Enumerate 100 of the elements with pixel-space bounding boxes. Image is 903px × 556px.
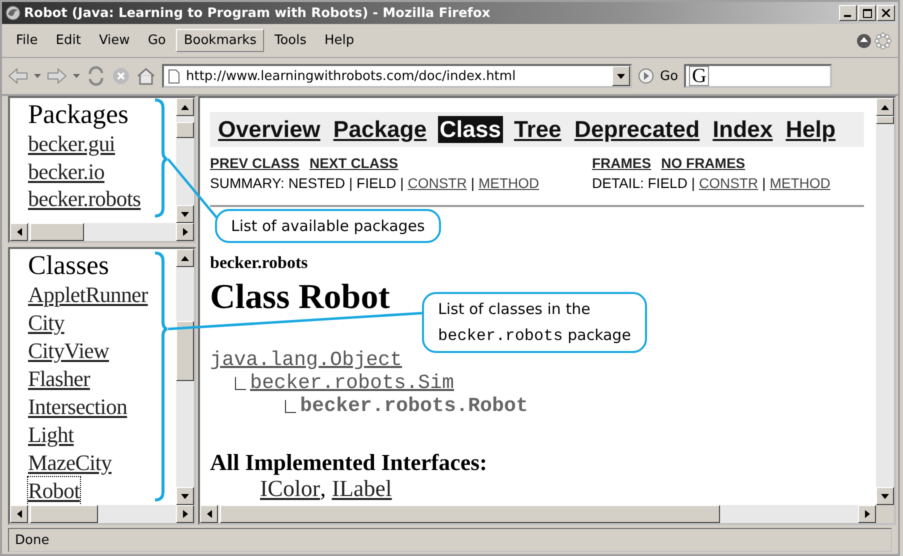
scroll-thumb[interactable] (176, 321, 194, 381)
down-arrow-icon (181, 212, 189, 216)
go-icon[interactable] (638, 68, 654, 84)
menu-item[interactable]: Bookmarks (176, 29, 264, 52)
nav-link[interactable]: NO FRAMES (661, 155, 746, 171)
nav-link[interactable]: FRAMES (592, 155, 652, 171)
summary-line: SUMMARY: NESTED | FIELD | CONSTR | METHOD (210, 175, 540, 191)
address-field[interactable]: http://www.learningwithrobots.com/doc/index.html (162, 64, 632, 88)
hierarchy-link[interactable]: java.lang.Object (210, 349, 402, 372)
interfaces-list: IColor, ILabel (260, 476, 868, 502)
down-arrow-icon (881, 494, 889, 498)
scroll-thumb[interactable] (876, 116, 894, 124)
class-title: Class Robot (210, 277, 390, 317)
up-arrow-icon (181, 104, 189, 110)
scroll-thumb[interactable] (220, 505, 720, 523)
right-arrow-icon (182, 228, 188, 236)
dropdown-button[interactable] (612, 66, 630, 86)
callout: List of available packages (215, 209, 441, 243)
frame-list-link[interactable]: becker.gui (28, 130, 116, 158)
right-arrow-icon (182, 510, 188, 518)
scroll-down-button[interactable] (176, 487, 194, 505)
browser-logo-icon (5, 5, 21, 21)
scroll-up-button[interactable] (176, 249, 194, 267)
window-title: Robot (Java: Learning to Program with Robots) - Mozilla Firefox (24, 6, 492, 20)
up-arrow-icon (181, 256, 189, 260)
menu-item[interactable]: Edit (48, 29, 89, 52)
vertical-scrollbar[interactable] (176, 98, 194, 223)
frame-list-link[interactable]: AppletRunner (28, 281, 148, 309)
search-field[interactable]: G (684, 64, 832, 88)
left-arrow-icon (206, 510, 212, 518)
upload-icon[interactable] (856, 32, 872, 48)
close-icon (882, 9, 890, 17)
scrollbar-corner (876, 505, 894, 523)
package-name: becker.robots (210, 253, 309, 273)
scroll-down-button[interactable] (176, 205, 194, 223)
nav-link[interactable]: Tree (512, 116, 564, 143)
scroll-right-button[interactable] (858, 505, 876, 523)
maximize-button[interactable] (858, 5, 876, 21)
minimize-button[interactable] (839, 5, 857, 21)
nav-link[interactable]: Class (438, 116, 504, 143)
frame-list-link[interactable]: Flasher (28, 365, 90, 393)
tree-connector (235, 377, 246, 390)
caret-icon[interactable] (34, 74, 41, 78)
horizontal-scrollbar[interactable] (10, 505, 194, 523)
hierarchy-link[interactable]: becker.robots.Sim (250, 372, 454, 395)
right-arrow-icon (864, 510, 870, 518)
classes-heading: Classes (28, 249, 110, 281)
page-icon (168, 68, 180, 84)
nav-link[interactable]: Deprecated (572, 116, 702, 143)
menu-item[interactable]: Tools (266, 29, 315, 52)
horizontal-scrollbar[interactable] (10, 223, 194, 241)
home-icon[interactable] (136, 67, 156, 85)
nav-link[interactable]: Index (710, 116, 775, 143)
maximize-icon (862, 8, 872, 18)
caret-icon[interactable] (73, 74, 80, 78)
scroll-thumb[interactable] (176, 122, 194, 138)
frame-list-link[interactable]: Light (28, 421, 74, 449)
menu-item[interactable]: View (90, 29, 138, 52)
scroll-down-button[interactable] (876, 487, 894, 505)
frame-list-link[interactable]: CityView (28, 337, 110, 365)
hierarchy-name: becker.robots.Robot (300, 395, 528, 418)
menu-item[interactable]: File (8, 29, 46, 52)
interfaces-heading: All Implemented Interfaces: (210, 450, 488, 476)
go-button[interactable]: Go (660, 68, 678, 84)
status-bar: Done (8, 528, 892, 552)
scroll-left-button[interactable] (200, 505, 218, 523)
left-arrow-icon (16, 510, 22, 518)
frame-list-link[interactable]: Robot (28, 477, 80, 505)
up-arrow-icon (881, 104, 889, 110)
left-arrow-icon (16, 228, 22, 236)
nav-link[interactable]: Overview (216, 116, 322, 143)
menu-item[interactable]: Help (316, 29, 362, 52)
scroll-right-button[interactable] (176, 505, 194, 523)
detail-line: DETAIL: FIELD | CONSTR | METHOD (592, 175, 832, 191)
callout: List of classes in the becker.robots package (422, 292, 647, 353)
scroll-up-button[interactable] (876, 98, 894, 116)
vertical-scrollbar[interactable] (876, 98, 894, 505)
down-arrow-icon (181, 494, 189, 498)
scroll-left-button[interactable] (10, 505, 28, 523)
frame-list-link[interactable]: Intersection (28, 393, 128, 421)
packages-heading: Packages (28, 98, 130, 130)
frame-list-link[interactable]: becker.io (28, 158, 104, 185)
scroll-right-button[interactable] (176, 223, 194, 241)
throbber-icon (874, 32, 892, 50)
vertical-scrollbar[interactable] (176, 249, 194, 505)
nav-link[interactable]: Package (331, 116, 429, 143)
scroll-left-button[interactable] (10, 223, 28, 241)
scroll-thumb[interactable] (30, 223, 84, 241)
nav-link[interactable]: Help (784, 116, 838, 143)
close-button[interactable] (877, 5, 895, 21)
horizontal-scrollbar[interactable] (200, 505, 876, 523)
menu-item[interactable]: Go (140, 29, 174, 52)
frame-list-link[interactable]: MazeCity (28, 449, 112, 477)
nav-link[interactable]: PREV CLASS (210, 155, 300, 171)
scroll-up-button[interactable] (176, 98, 194, 116)
nav-link[interactable]: NEXT CLASS (309, 155, 398, 171)
tree-connector (285, 400, 296, 413)
frame-list-link[interactable]: City (28, 309, 64, 337)
frame-list-link[interactable]: becker.robots (28, 185, 141, 212)
scroll-thumb[interactable] (30, 505, 98, 523)
